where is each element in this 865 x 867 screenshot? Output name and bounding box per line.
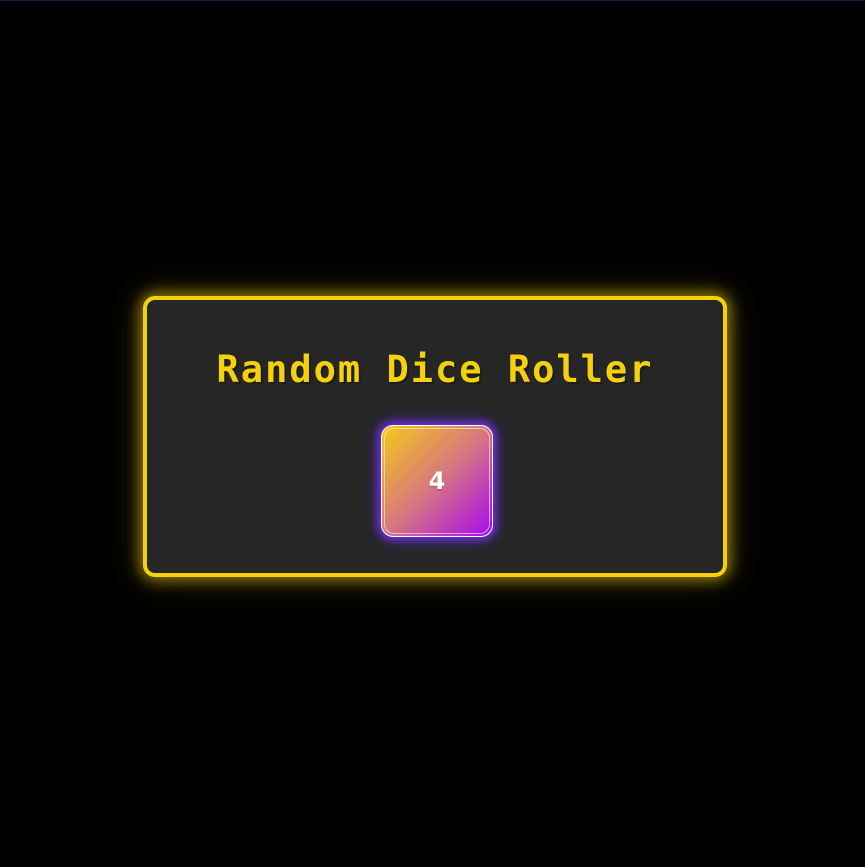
dice-button[interactable]: 4 — [381, 425, 493, 537]
dice-roller-card: Random Dice Roller 4 — [143, 296, 727, 577]
page-title: Random Dice Roller — [216, 348, 654, 391]
dice-value: 4 — [428, 467, 446, 495]
